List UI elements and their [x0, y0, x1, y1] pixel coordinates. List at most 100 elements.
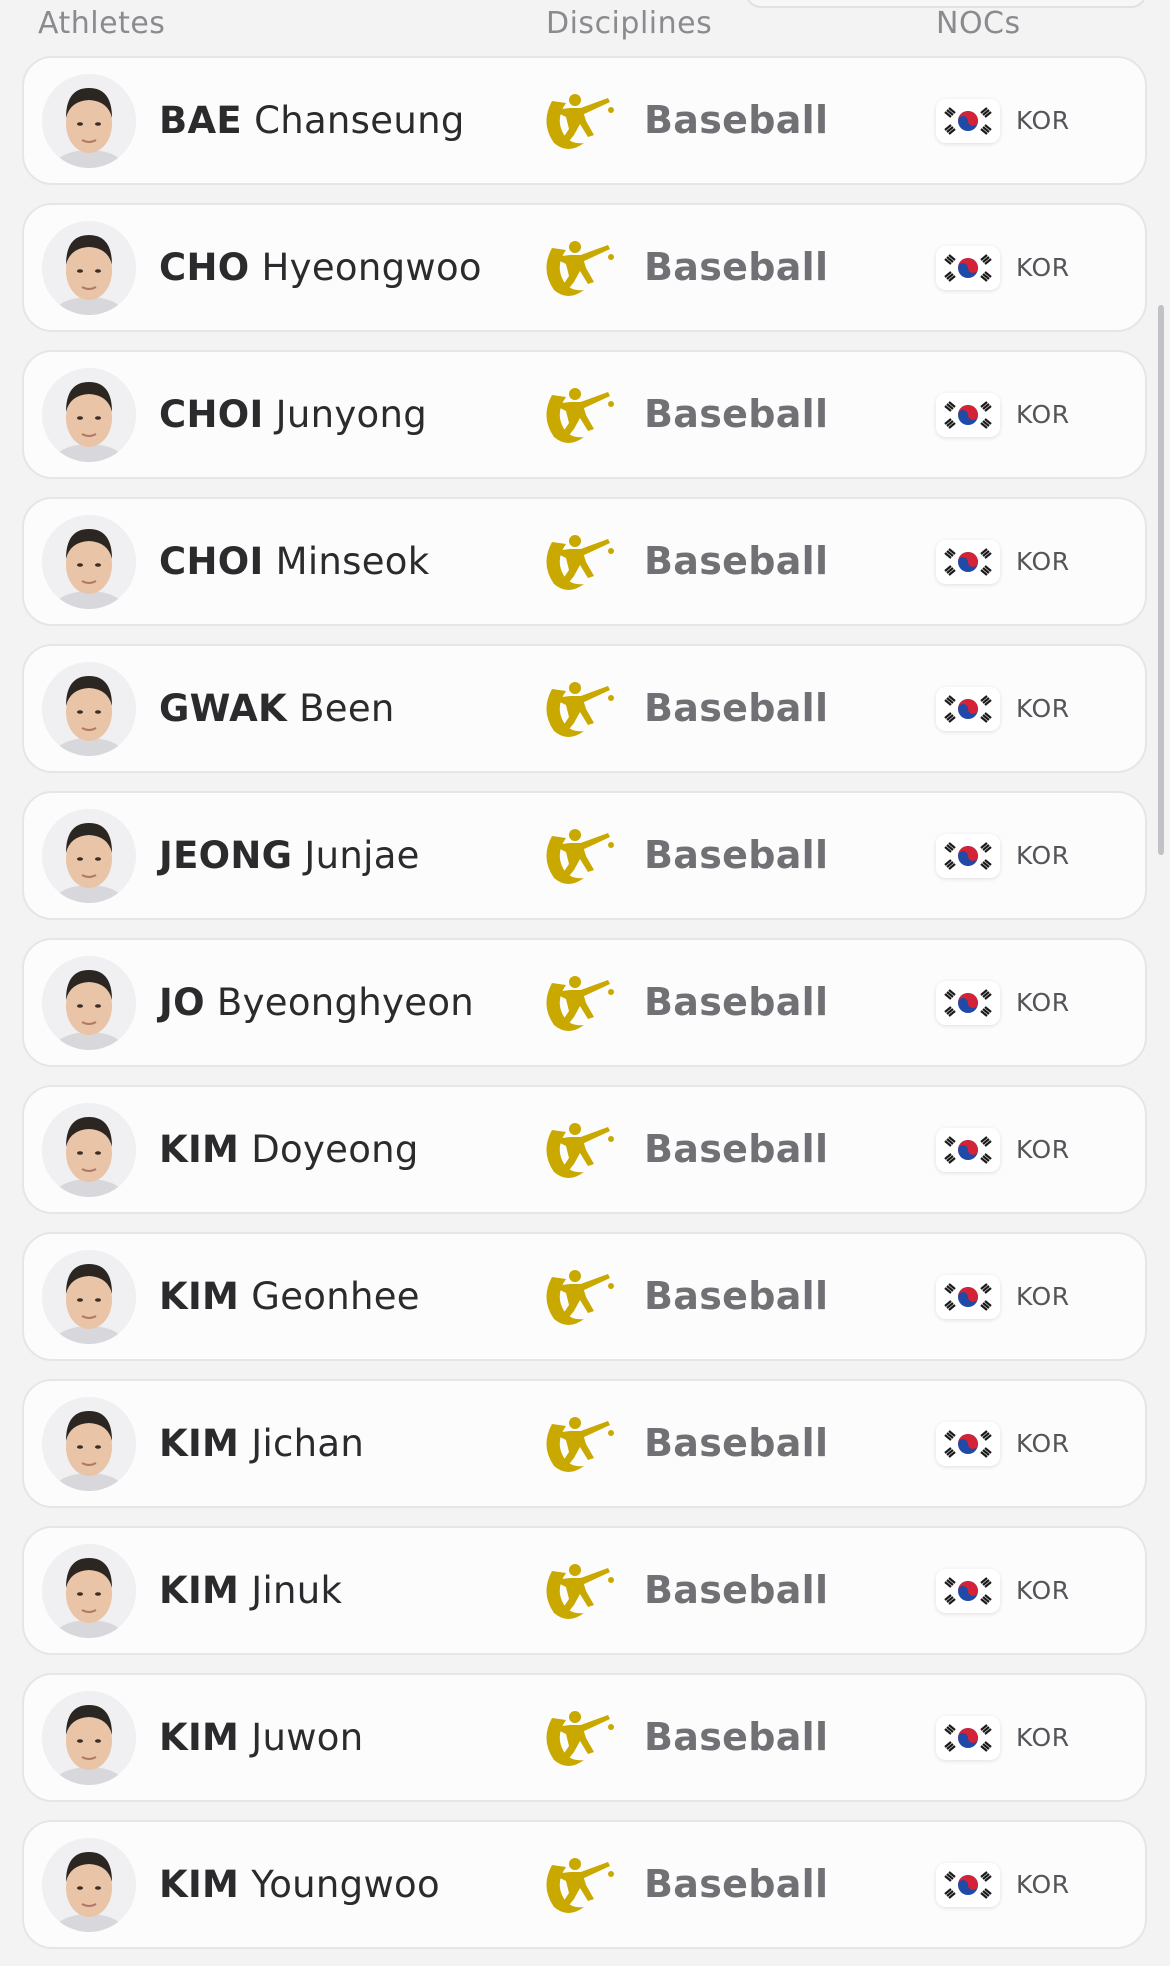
athlete-name: KIM Juwon	[159, 1675, 363, 1800]
athlete-avatar	[42, 956, 136, 1050]
noc-code: KOR	[1016, 1135, 1070, 1164]
athlete-given-name: Jinuk	[251, 1569, 343, 1612]
athlete-avatar	[42, 368, 136, 462]
athlete-name: CHOI Minseok	[159, 499, 429, 624]
discipline-label: Baseball	[644, 98, 829, 142]
column-header-disciplines[interactable]: Disciplines	[546, 6, 712, 41]
korea-flag-icon	[936, 834, 1000, 878]
athlete-surname: KIM	[159, 1422, 240, 1465]
baseball-pictogram-icon	[542, 1855, 614, 1917]
athlete-avatar	[42, 1838, 136, 1932]
athlete-given-name: Youngwoo	[251, 1863, 440, 1906]
noc-code: KOR	[1016, 694, 1070, 723]
athlete-given-name: Chanseung	[254, 99, 465, 142]
athlete-avatar	[42, 1397, 136, 1491]
discipline-label: Baseball	[644, 1421, 829, 1465]
noc-code: KOR	[1016, 1870, 1070, 1899]
athlete-avatar	[42, 662, 136, 756]
athlete-row[interactable]: CHO Hyeongwoo Baseball KOR	[22, 203, 1147, 332]
discipline-label: Baseball	[644, 833, 829, 877]
athlete-given-name: Byeonghyeon	[216, 981, 475, 1024]
athlete-row[interactable]: KIM Geonhee Baseball KOR	[22, 1232, 1147, 1361]
athlete-surname: CHOI	[159, 540, 264, 583]
athlete-avatar	[42, 809, 136, 903]
korea-flag-icon	[936, 687, 1000, 731]
discipline-label: Baseball	[644, 392, 829, 436]
athlete-list: BAE Chanseung Baseball KOR CHO Hyeongwoo…	[22, 56, 1147, 1966]
korea-flag-icon	[936, 1128, 1000, 1172]
athlete-given-name: Junyong	[275, 393, 427, 436]
korea-flag-icon	[936, 99, 1000, 143]
athlete-avatar	[42, 1544, 136, 1638]
athlete-surname: KIM	[159, 1128, 240, 1171]
discipline-label: Baseball	[644, 1127, 829, 1171]
athlete-row[interactable]: KIM Juwon Baseball KOR	[22, 1673, 1147, 1802]
discipline-label: Baseball	[644, 686, 829, 730]
baseball-pictogram-icon	[542, 679, 614, 741]
athlete-avatar	[42, 1250, 136, 1344]
korea-flag-icon	[936, 1569, 1000, 1613]
athlete-row[interactable]: KIM Jinuk Baseball KOR	[22, 1526, 1147, 1655]
athlete-given-name: Junjae	[304, 834, 420, 877]
noc-code: KOR	[1016, 1429, 1070, 1458]
athlete-given-name: Jichan	[251, 1422, 365, 1465]
athlete-name: CHO Hyeongwoo	[159, 205, 482, 330]
athlete-surname: KIM	[159, 1863, 240, 1906]
athlete-avatar	[42, 515, 136, 609]
noc-code: KOR	[1016, 253, 1070, 282]
baseball-pictogram-icon	[542, 1267, 614, 1329]
athlete-name: JEONG Junjae	[159, 793, 420, 918]
baseball-pictogram-icon	[542, 238, 614, 300]
baseball-pictogram-icon	[542, 826, 614, 888]
athlete-name: KIM Jichan	[159, 1381, 364, 1506]
noc-code: KOR	[1016, 841, 1070, 870]
athlete-surname: JO	[159, 981, 205, 1024]
athlete-row[interactable]: BAE Chanseung Baseball KOR	[22, 56, 1147, 185]
scrollbar[interactable]	[1158, 305, 1164, 855]
athletes-list-screen: Athletes Disciplines NOCs BAE Chanseung	[0, 0, 1170, 1966]
athlete-row[interactable]: CHOI Minseok Baseball KOR	[22, 497, 1147, 626]
athlete-name: KIM Geonhee	[159, 1234, 420, 1359]
baseball-pictogram-icon	[542, 973, 614, 1035]
korea-flag-icon	[936, 1275, 1000, 1319]
athlete-avatar	[42, 74, 136, 168]
column-header-nocs[interactable]: NOCs	[936, 6, 1021, 41]
athlete-row[interactable]: JO Byeonghyeon Baseball KOR	[22, 938, 1147, 1067]
athlete-row[interactable]: KIM Jichan Baseball KOR	[22, 1379, 1147, 1508]
korea-flag-icon	[936, 1863, 1000, 1907]
athlete-given-name: Geonhee	[251, 1275, 420, 1318]
discipline-label: Baseball	[644, 1274, 829, 1318]
discipline-label: Baseball	[644, 539, 829, 583]
athlete-row[interactable]: CHOI Junyong Baseball KOR	[22, 350, 1147, 479]
baseball-pictogram-icon	[542, 1414, 614, 1476]
athlete-row[interactable]: KIM Youngwoo Baseball KOR	[22, 1820, 1147, 1949]
athlete-name: KIM Youngwoo	[159, 1822, 440, 1947]
discipline-label: Baseball	[644, 1862, 829, 1906]
athlete-name: BAE Chanseung	[159, 58, 465, 183]
athlete-avatar	[42, 1103, 136, 1197]
baseball-pictogram-icon	[542, 385, 614, 447]
athlete-given-name: Been	[299, 687, 395, 730]
noc-code: KOR	[1016, 106, 1070, 135]
baseball-pictogram-icon	[542, 91, 614, 153]
athlete-row[interactable]: KIM Doyeong Baseball KOR	[22, 1085, 1147, 1214]
korea-flag-icon	[936, 246, 1000, 290]
athlete-name: CHOI Junyong	[159, 352, 427, 477]
athlete-row[interactable]: JEONG Junjae Baseball KOR	[22, 791, 1147, 920]
athlete-avatar	[42, 1691, 136, 1785]
athlete-name: KIM Jinuk	[159, 1528, 342, 1653]
athlete-given-name: Minseok	[275, 540, 430, 583]
athlete-given-name: Hyeongwoo	[261, 246, 482, 289]
noc-code: KOR	[1016, 1576, 1070, 1605]
discipline-label: Baseball	[644, 980, 829, 1024]
athlete-surname: KIM	[159, 1275, 240, 1318]
noc-code: KOR	[1016, 988, 1070, 1017]
korea-flag-icon	[936, 1422, 1000, 1466]
athlete-surname: CHOI	[159, 393, 264, 436]
athlete-surname: JEONG	[159, 834, 293, 877]
athlete-row[interactable]: GWAK Been Baseball KOR	[22, 644, 1147, 773]
column-header-athletes[interactable]: Athletes	[38, 6, 165, 41]
baseball-pictogram-icon	[542, 1120, 614, 1182]
noc-code: KOR	[1016, 1723, 1070, 1752]
athlete-name: GWAK Been	[159, 646, 395, 771]
